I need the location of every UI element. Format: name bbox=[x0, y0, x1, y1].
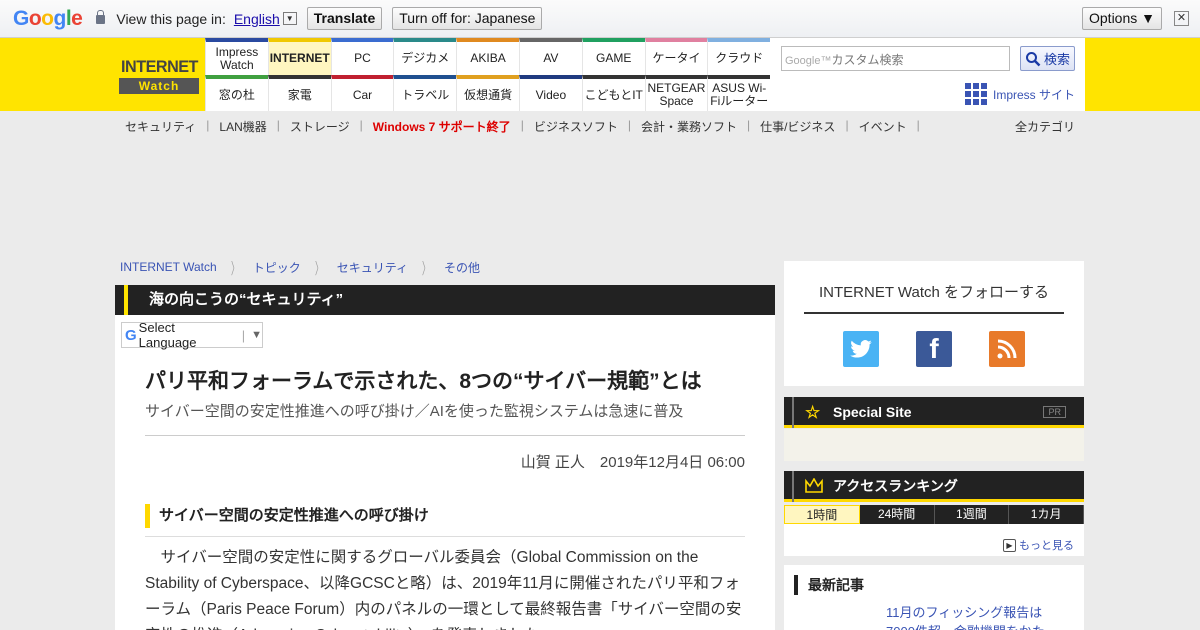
special-site-header: ☆ Special Site PR bbox=[784, 397, 1084, 428]
chevron-down-icon: ▼ bbox=[251, 329, 262, 341]
nav-item[interactable]: AV bbox=[518, 38, 582, 75]
nav-item[interactable]: ASUS Wi-Fiルーター bbox=[707, 75, 771, 111]
follow-box: INTERNET Watch をフォローする f bbox=[784, 261, 1084, 386]
turn-off-button[interactable]: Turn off for: Japanese bbox=[392, 7, 543, 30]
chevron-down-icon[interactable]: ▼ bbox=[282, 12, 297, 25]
chevron-right-icon: 〉 bbox=[230, 261, 239, 278]
search-input[interactable]: Google™カスタム検索 bbox=[781, 46, 1010, 71]
nav-item[interactable]: クラウド bbox=[707, 38, 771, 75]
nav-item[interactable]: デジカメ bbox=[393, 38, 457, 75]
more-link[interactable]: ▶ もっと見る bbox=[1003, 537, 1074, 553]
series-title[interactable]: 海の向こうの“セキュリティ” bbox=[115, 285, 775, 315]
nav-item[interactable]: AKIBA bbox=[456, 38, 519, 75]
nav-item[interactable]: Impress Watch bbox=[205, 38, 268, 75]
breadcrumb: INTERNET Watch 〉トピック〉セキュリティ〉その他 bbox=[120, 255, 480, 279]
article-subtitle: サイバー空間の安定性推進への呼び掛け／AIを使った監視システムは急速に普及 bbox=[145, 403, 684, 420]
pr-badge: PR bbox=[1043, 406, 1066, 418]
nav-item[interactable]: 窓の杜 bbox=[205, 75, 268, 111]
translate-bar: Google View this page in: English ▼ Tran… bbox=[0, 0, 1200, 38]
language-select[interactable]: English bbox=[234, 11, 280, 27]
publish-date: 2019年12月4日 06:00 bbox=[599, 454, 745, 471]
nav-item[interactable]: 仮想通貨 bbox=[456, 75, 519, 111]
google-logo: Google bbox=[13, 6, 83, 30]
category-link[interactable]: Windows 7 サポート終了 bbox=[363, 118, 521, 135]
ranking-tab[interactable]: 1時間 bbox=[784, 505, 860, 524]
category-link[interactable]: LAN機器 bbox=[209, 118, 276, 135]
twitter-icon[interactable] bbox=[843, 331, 879, 367]
latest-item[interactable]: 11月のフィッシング報告は7000件超、金融機関をかた bbox=[886, 603, 1066, 630]
grid-icon bbox=[965, 83, 987, 105]
facebook-icon[interactable]: f bbox=[916, 331, 952, 367]
star-icon: ☆ bbox=[805, 403, 821, 422]
latest-title: 最新記事 bbox=[794, 575, 864, 595]
lock-icon bbox=[96, 10, 106, 24]
ranking-content: ▶ もっと見る bbox=[784, 524, 1084, 556]
play-icon: ▶ bbox=[1003, 538, 1016, 552]
nav-item[interactable]: 家電 bbox=[267, 75, 331, 111]
article: 海の向こうの“セキュリティ” G Select Language | ▼ パリ平和… bbox=[115, 285, 775, 630]
category-nav: セキュリティ | LAN機器 | ストレージ | Windows 7 サポート終了 | ビジネス… bbox=[115, 118, 920, 135]
latest-articles: 最新記事 11月のフィッシング報告は7000件超、金融機関をかた bbox=[784, 565, 1084, 630]
author: 山賀 正人 bbox=[520, 454, 585, 471]
nav-item[interactable]: Car bbox=[330, 75, 394, 111]
all-categories-link[interactable]: 全カテゴリ bbox=[1015, 118, 1075, 135]
separator: | bbox=[916, 118, 920, 132]
section-heading: サイバー空間の安定性推進への呼び掛け bbox=[145, 504, 429, 528]
breadcrumb-link[interactable]: その他 bbox=[444, 255, 480, 279]
category-link[interactable]: ストレージ bbox=[280, 118, 360, 135]
ranking-tab[interactable]: 1週間 bbox=[935, 505, 1010, 524]
translate-button[interactable]: Translate bbox=[306, 7, 383, 30]
article-title: パリ平和フォーラムで示された、8つの“サイバー規範”とは bbox=[145, 370, 702, 393]
chevron-right-icon: 〉 bbox=[422, 261, 431, 278]
article-body: サイバー空間の安定性に関するグローバル委員会（Global Commission… bbox=[145, 549, 742, 630]
divider bbox=[145, 435, 745, 436]
breadcrumb-link[interactable]: INTERNET Watch bbox=[120, 255, 217, 279]
ranking-header: アクセスランキング bbox=[784, 471, 1084, 502]
ranking-tab[interactable]: 24時間 bbox=[860, 505, 935, 524]
close-icon[interactable]: ✕ bbox=[1174, 11, 1189, 26]
site-nav: Impress Watch INTERNET PC デジカメ AKIBA AV GAME ケー… bbox=[205, 38, 771, 111]
ranking-tabs: 1時間 24時間 1週間 1カ月 bbox=[784, 505, 1084, 524]
select-language-dropdown[interactable]: G Select Language | ▼ bbox=[121, 320, 263, 350]
category-link[interactable]: イベント bbox=[849, 118, 917, 135]
nav-item[interactable]: Video bbox=[518, 75, 582, 111]
nav-item[interactable]: GAME bbox=[581, 38, 645, 75]
chevron-right-icon: 〉 bbox=[314, 261, 323, 278]
impress-site-link[interactable]: Impress サイト bbox=[965, 83, 1075, 105]
nav-item[interactable]: INTERNET bbox=[267, 38, 331, 75]
rss-icon[interactable] bbox=[989, 331, 1025, 367]
nav-item[interactable]: トラベル bbox=[393, 75, 457, 111]
category-link[interactable]: 会計・業務ソフト bbox=[631, 118, 747, 135]
follow-title: INTERNET Watch をフォローする bbox=[804, 281, 1064, 314]
view-page-in-label: View this page in: bbox=[116, 10, 226, 27]
category-link[interactable]: ビジネスソフト bbox=[524, 118, 628, 135]
breadcrumb-link[interactable]: セキュリティ bbox=[337, 255, 408, 279]
byline: 山賀 正人 2019年12月4日 06:00 bbox=[521, 451, 745, 472]
category-link[interactable]: 仕事/ビジネス bbox=[750, 118, 845, 135]
divider bbox=[145, 536, 745, 537]
site-logo[interactable]: INTERNET Watch bbox=[115, 38, 205, 111]
breadcrumb-link[interactable]: トピック bbox=[253, 255, 301, 279]
search-icon bbox=[1025, 51, 1041, 66]
google-g-icon: G bbox=[125, 326, 137, 344]
crown-icon bbox=[805, 478, 823, 493]
nav-item[interactable]: NETGEAR Space bbox=[644, 75, 708, 111]
nav-item[interactable]: こどもとIT bbox=[581, 75, 645, 111]
site-header: INTERNET Watch Impress Watch INTERNET PC デジ… bbox=[0, 38, 1200, 111]
nav-item[interactable]: PC bbox=[330, 38, 394, 75]
nav-item[interactable]: ケータイ bbox=[644, 38, 708, 75]
special-site-content bbox=[784, 429, 1084, 461]
category-link[interactable]: セキュリティ bbox=[115, 118, 206, 135]
search-button[interactable]: 検索 bbox=[1020, 46, 1075, 71]
ranking-tab[interactable]: 1カ月 bbox=[1009, 505, 1084, 524]
options-button[interactable]: Options ▼ bbox=[1082, 7, 1162, 30]
